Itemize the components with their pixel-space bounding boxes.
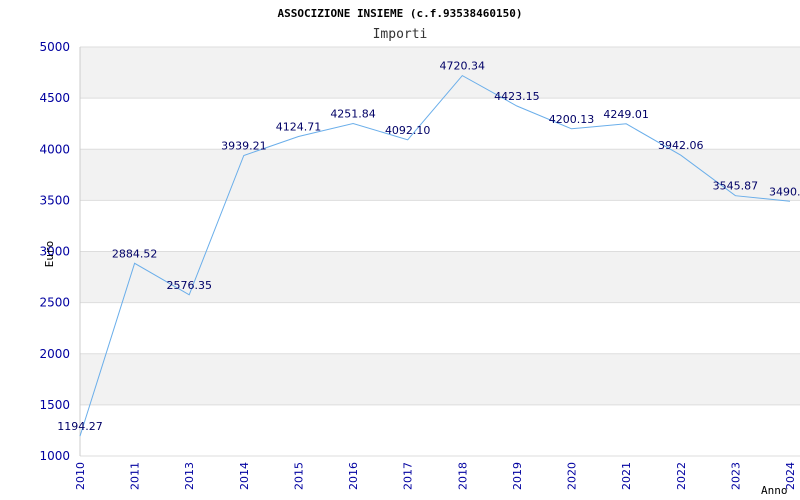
y-tick-label: 1000 (39, 449, 70, 463)
grid-band (80, 251, 800, 303)
data-label: 3490.9 (769, 185, 800, 198)
y-tick-label: 4500 (39, 91, 70, 105)
x-tick-label: 2020 (566, 462, 579, 490)
x-tick-label: 2023 (729, 462, 742, 490)
x-tick-label: 2013 (183, 462, 196, 490)
x-tick-label: 2016 (347, 462, 360, 490)
data-label: 4124.71 (276, 120, 322, 133)
grid-band (80, 149, 800, 201)
x-tick-label: 2014 (238, 462, 251, 490)
data-label: 4423.15 (494, 90, 540, 103)
y-tick-label: 1500 (39, 398, 70, 412)
data-label: 4249.01 (603, 108, 649, 121)
data-label: 4720.34 (440, 60, 486, 73)
data-label: 4251.84 (330, 107, 376, 120)
x-tick-label: 2019 (511, 462, 524, 490)
data-label: 4092.10 (385, 124, 431, 137)
x-axis-ticks: 2010 2011 2013 2014 2015 2016 2017 2018 2019 2020… (74, 462, 797, 490)
y-tick-label: 4000 (39, 142, 70, 156)
data-label: 2576.35 (166, 279, 212, 292)
grid-band (80, 200, 800, 252)
grid-band (80, 404, 800, 456)
data-label: 3942.06 (658, 139, 704, 152)
chart-title: ASSOCIZIONE INSIEME (c.f.93538460150) (277, 7, 522, 20)
x-tick-label: 2018 (456, 462, 469, 490)
chart-subtitle: Importi (373, 27, 428, 42)
y-tick-label: 2500 (39, 296, 70, 310)
data-label: 3545.87 (713, 180, 759, 193)
y-tick-label: 2000 (39, 347, 70, 361)
y-axis-label: Euro (43, 241, 56, 268)
grid-band (80, 353, 800, 405)
data-label: 2884.52 (112, 247, 158, 260)
x-tick-label: 2011 (129, 462, 142, 490)
x-tick-label: 2022 (675, 462, 688, 490)
data-label: 1194.27 (57, 420, 103, 433)
data-label: 4200.13 (549, 113, 595, 126)
grid-band (80, 302, 800, 354)
line-chart: ASSOCIZIONE INSIEME (c.f.93538460150) Im… (39, 7, 800, 497)
y-tick-label: 3500 (39, 193, 70, 207)
x-tick-label: 2021 (620, 462, 633, 490)
x-axis-label: Anno (761, 484, 788, 497)
y-tick-label: 5000 (39, 40, 70, 54)
data-label: 3939.21 (221, 139, 267, 152)
x-tick-label: 2015 (292, 462, 305, 490)
x-tick-label: 2010 (74, 462, 87, 490)
x-tick-label: 2017 (402, 462, 415, 490)
